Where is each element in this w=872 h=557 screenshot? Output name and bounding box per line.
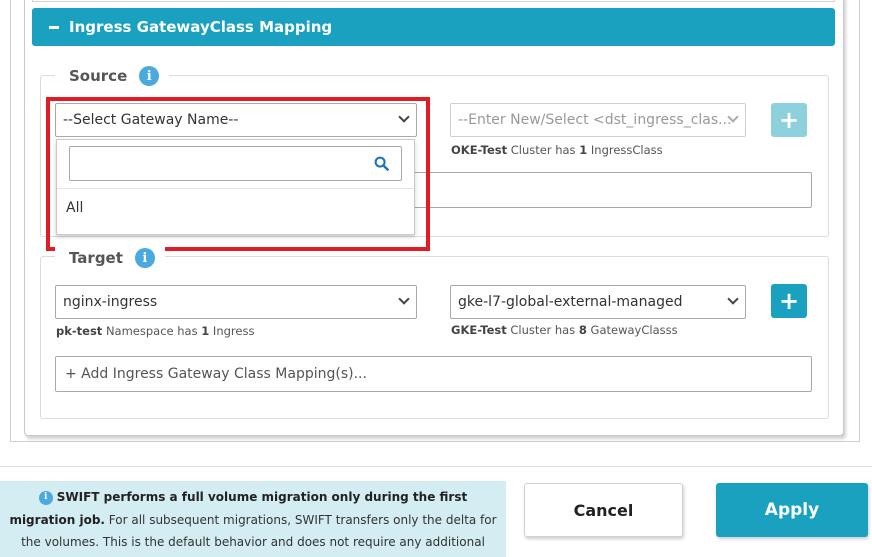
- dst-ingress-class-placeholder: --Enter New/Select <dst_ingress_clas...: [458, 112, 732, 128]
- dst-ingress-class-select[interactable]: --Enter New/Select <dst_ingress_clas...: [450, 103, 746, 137]
- info-icon[interactable]: i: [134, 248, 155, 268]
- gateway-class-select[interactable]: gke-l7-global-external-managed: [450, 285, 746, 319]
- minus-icon[interactable]: [49, 25, 59, 29]
- apply-button[interactable]: Apply: [716, 483, 868, 537]
- plus-icon: +: [778, 106, 800, 134]
- migration-notice: i SWIFT performs a full volume migration …: [0, 481, 506, 557]
- source-legend: Source i: [55, 64, 170, 88]
- cluster-name: OKE-Test: [451, 143, 508, 157]
- add-mapping-input[interactable]: + Add Ingress Gateway Class Mapping(s)..…: [55, 356, 812, 392]
- target-legend-label: Target: [69, 249, 123, 267]
- chevron-down-icon: [398, 293, 410, 305]
- chevron-down-icon: [727, 293, 739, 305]
- dst-cluster-hint: OKE-Test Cluster has 1 IngressClass: [451, 143, 663, 157]
- source-add-button[interactable]: +: [771, 103, 807, 137]
- ingress-select[interactable]: nginx-ingress: [55, 285, 417, 319]
- target-legend: Target i: [55, 246, 165, 270]
- previous-section-edge: [32, 0, 835, 2]
- info-icon: i: [38, 490, 53, 505]
- gateway-cluster-hint: GKE-Test Cluster has 8 GatewayClasss: [451, 323, 678, 337]
- target-add-button[interactable]: +: [771, 284, 807, 318]
- ingress-selected: nginx-ingress: [63, 294, 158, 310]
- namespace-name: pk-test: [56, 324, 103, 338]
- info-icon[interactable]: i: [139, 66, 160, 86]
- ingress-namespace-hint: pk-test Namespace has 1 Ingress: [56, 324, 255, 338]
- section-header[interactable]: Ingress GatewayClass Mapping: [32, 8, 835, 46]
- footer-divider: [0, 466, 872, 467]
- highlight-box: [46, 97, 430, 251]
- gateway-class-selected: gke-l7-global-external-managed: [458, 294, 683, 310]
- section-title: Ingress GatewayClass Mapping: [69, 18, 333, 36]
- cluster-name: GKE-Test: [451, 323, 507, 337]
- plus-icon: +: [778, 287, 800, 315]
- source-legend-label: Source: [69, 67, 128, 85]
- add-mapping-placeholder: + Add Ingress Gateway Class Mapping(s)..…: [65, 366, 367, 382]
- cancel-button[interactable]: Cancel: [524, 483, 683, 537]
- source-mapping-input[interactable]: [410, 172, 812, 208]
